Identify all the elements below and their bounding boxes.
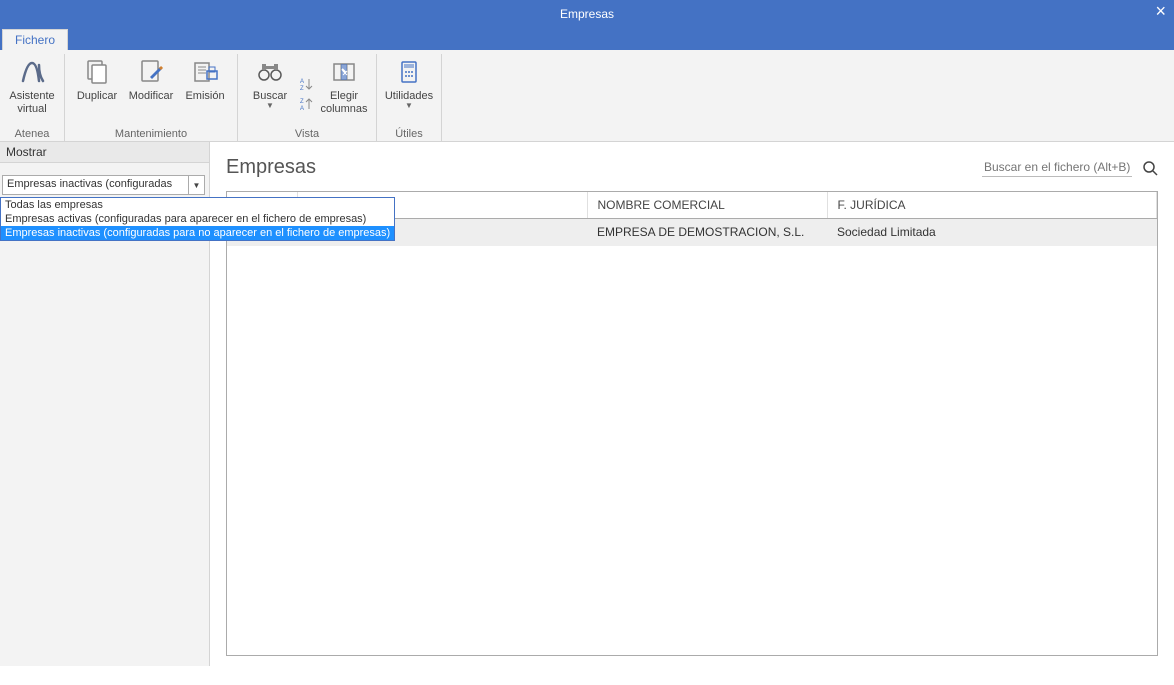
emision-icon	[189, 56, 221, 88]
edit-icon	[135, 56, 167, 88]
asistente-label: Asistente virtual	[8, 90, 56, 116]
cell-juridica: Sociedad Limitada	[827, 219, 1157, 246]
cell-comercial: EMPRESA DE DEMOSTRACION, S.L.	[587, 219, 827, 246]
alpha-icon	[16, 56, 48, 88]
group-mant-label: Mantenimiento	[71, 127, 231, 141]
svg-text:Z: Z	[300, 99, 304, 105]
svg-text:A: A	[300, 106, 304, 112]
group-utiles: Utilidades ▼ Útiles	[377, 54, 442, 141]
close-icon[interactable]: ×	[1155, 0, 1166, 22]
filter-option-inactive[interactable]: Empresas inactivas (configuradas para no…	[1, 226, 394, 240]
data-grid[interactable]: CÓDIGO NOMBRE NOMBRE COMERCIAL F. JURÍDI…	[226, 191, 1158, 656]
sort-desc-button[interactable]: ZA	[298, 95, 316, 113]
body: Mostrar Empresas inactivas (configuradas…	[0, 142, 1174, 666]
sidebar: Mostrar Empresas inactivas (configuradas…	[0, 142, 210, 666]
duplicate-icon	[81, 56, 113, 88]
col-comercial[interactable]: NOMBRE COMERCIAL	[587, 192, 827, 219]
modificar-button[interactable]: Modificar	[125, 54, 177, 127]
buscar-button[interactable]: Buscar ▼	[244, 54, 296, 127]
tab-fichero[interactable]: Fichero	[2, 29, 68, 50]
group-atenea-label: Atenea	[6, 127, 58, 141]
titlebar: Empresas ×	[0, 0, 1174, 28]
sidebar-header: Mostrar	[0, 142, 209, 163]
filter-combo-text: Empresas inactivas (configuradas	[3, 176, 188, 194]
emision-label: Emisión	[185, 90, 224, 103]
filter-combo[interactable]: Empresas inactivas (configuradas ▼	[2, 175, 205, 195]
emision-button[interactable]: Emisión	[179, 54, 231, 127]
calculator-icon	[393, 56, 425, 88]
group-atenea: Asistente virtual Atenea	[0, 54, 65, 141]
ribbon: Asistente virtual Atenea Duplicar Modifi…	[0, 50, 1174, 142]
window-title: Empresas	[560, 7, 614, 21]
chevron-down-icon[interactable]: ▼	[188, 176, 204, 194]
chevron-down-icon: ▼	[405, 101, 413, 110]
duplicar-label: Duplicar	[77, 90, 117, 103]
filter-option-active[interactable]: Empresas activas (configuradas para apar…	[1, 212, 394, 226]
modificar-label: Modificar	[129, 90, 174, 103]
svg-text:A: A	[300, 79, 304, 85]
elegir-columnas-button[interactable]: Elegir columnas	[318, 54, 370, 127]
sort-stack: AZ ZA	[298, 60, 316, 127]
tabstrip: Fichero	[0, 28, 1174, 50]
group-utiles-label: Útiles	[383, 127, 435, 141]
group-vista-label: Vista	[244, 127, 370, 141]
search-icon[interactable]	[1142, 160, 1158, 176]
group-vista: Buscar ▼ AZ ZA Elegir columnas Vista	[238, 54, 377, 141]
binoculars-icon	[254, 56, 286, 88]
columns-icon	[328, 56, 360, 88]
filter-option-all[interactable]: Todas las empresas	[1, 198, 394, 212]
elegir-label: Elegir columnas	[320, 90, 368, 116]
utilidades-button[interactable]: Utilidades ▼	[383, 54, 435, 127]
chevron-down-icon: ▼	[266, 101, 274, 110]
duplicar-button[interactable]: Duplicar	[71, 54, 123, 127]
page-title: Empresas	[226, 156, 316, 179]
filter-dropdown[interactable]: Todas las empresas Empresas activas (con…	[0, 197, 395, 241]
asistente-virtual-button[interactable]: Asistente virtual	[6, 54, 58, 127]
search-input[interactable]	[982, 158, 1132, 177]
group-mantenimiento: Duplicar Modificar Emisión Mantenimiento	[65, 54, 238, 141]
svg-text:Z: Z	[300, 86, 304, 92]
col-juridica[interactable]: F. JURÍDICA	[827, 192, 1157, 219]
sort-asc-button[interactable]: AZ	[298, 75, 316, 93]
